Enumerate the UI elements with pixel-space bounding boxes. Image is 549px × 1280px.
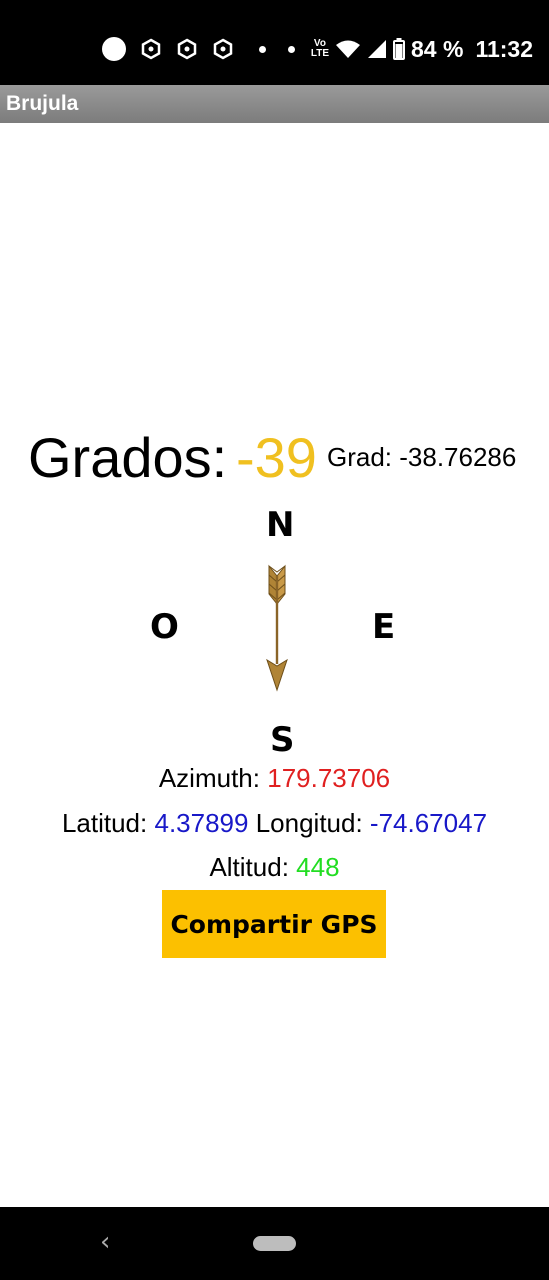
battery-percent: 84 % <box>411 35 464 62</box>
direction-north: N <box>266 505 295 545</box>
wifi-icon <box>336 40 360 58</box>
compass-needle-arrow-icon <box>266 564 288 692</box>
altitud-value: 448 <box>296 852 340 882</box>
latitud-value: 4.37899 <box>154 808 249 838</box>
share-gps-button[interactable]: Compartir GPS <box>162 890 386 958</box>
navigation-bar: ‹ <box>0 1207 549 1280</box>
more-notifications-dot-icon <box>288 45 295 53</box>
more-notifications-dot-icon <box>259 45 266 53</box>
signal-icon <box>368 40 386 58</box>
app-title-bar: Brujula <box>0 85 549 123</box>
notification-icons <box>102 36 306 62</box>
azimuth-label: Azimuth: <box>158 763 260 793</box>
volte-icon: Vo LTE <box>310 38 329 59</box>
latitud-label: Latitud: <box>61 808 148 838</box>
grad-precise-readout: Grad: -38.76286 <box>327 442 517 472</box>
record-indicator-icon <box>102 37 126 61</box>
app-notification-icon <box>141 38 161 60</box>
system-indicators: Vo LTE 84 % 11:32 <box>311 34 533 64</box>
grados-value: -39 <box>236 426 317 489</box>
status-bar: Vo LTE 84 % 11:32 <box>0 0 549 85</box>
altitud-line: Altitud: 448 <box>0 850 549 884</box>
direction-west: O <box>150 607 179 647</box>
app-title: Brujula <box>6 92 79 115</box>
app-notification-icon <box>213 38 233 60</box>
coordinates-line: Latitud: 4.37899 Longitud: -74.67047 <box>0 806 549 840</box>
altitud-label: Altitud: <box>209 852 289 882</box>
longitud-label: Longitud: <box>255 808 363 838</box>
direction-south: S <box>270 720 295 760</box>
grados-label: Grados: <box>28 426 228 489</box>
clock: 11:32 <box>475 35 533 62</box>
azimuth-value: 179.73706 <box>267 763 391 793</box>
direction-east: E <box>372 607 396 647</box>
app-notification-icon <box>177 38 197 60</box>
battery-icon <box>393 38 405 60</box>
azimuth-line: Azimuth: 179.73706 <box>0 761 549 795</box>
back-icon[interactable]: ‹ <box>100 1227 110 1257</box>
longitud-value: -74.67047 <box>369 808 488 838</box>
home-pill-icon[interactable] <box>253 1236 296 1251</box>
